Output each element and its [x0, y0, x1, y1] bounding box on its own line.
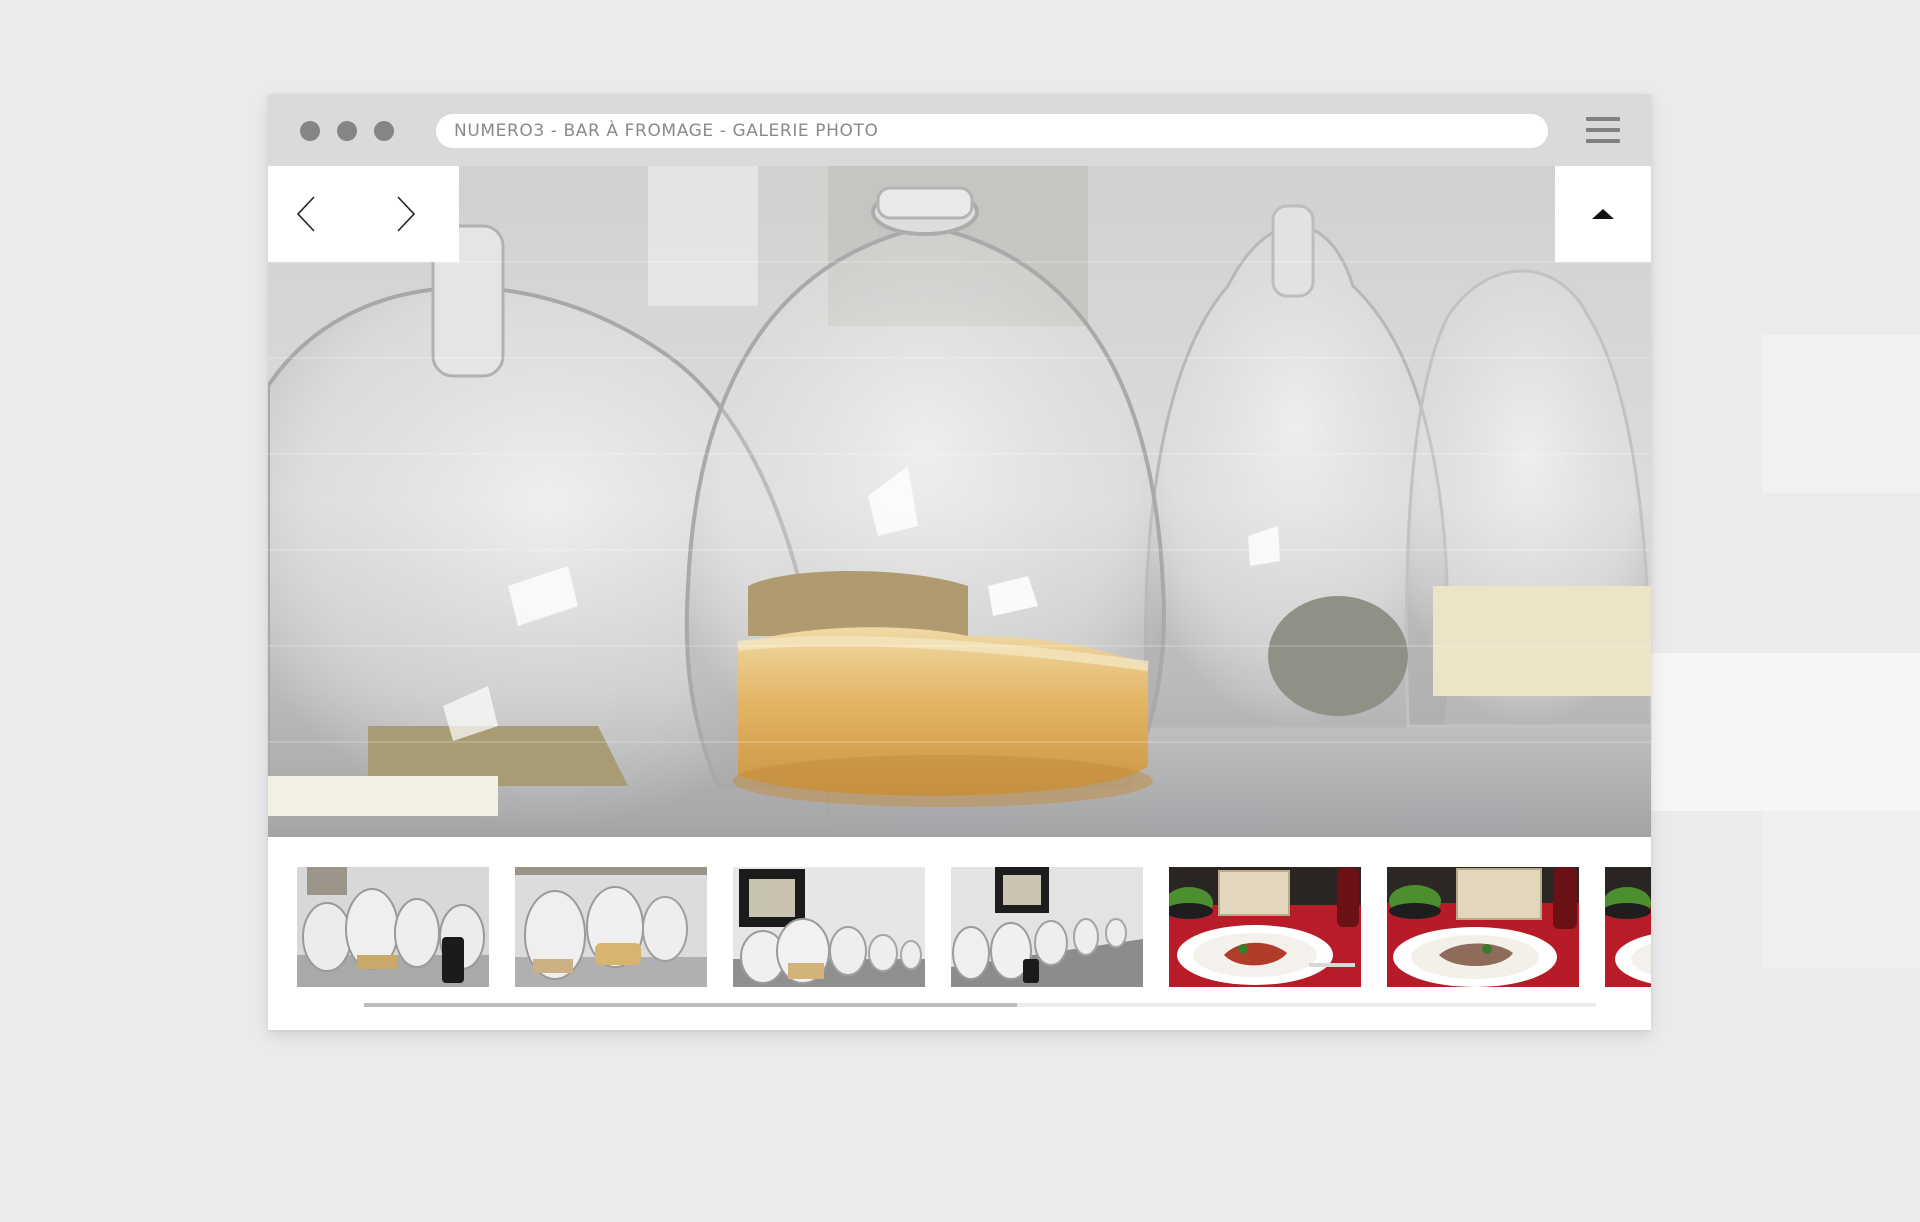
thumbnail[interactable]	[733, 867, 925, 987]
menu-line	[1586, 117, 1620, 121]
thumbnail[interactable]	[1605, 867, 1651, 987]
thumbnail-image	[1169, 867, 1361, 987]
triangle-up-icon	[1592, 209, 1614, 219]
thumbnail[interactable]	[297, 867, 489, 987]
thumbnail[interactable]	[515, 867, 707, 987]
gallery-nav-controls	[268, 166, 459, 262]
thumbnail-image	[733, 867, 925, 987]
chevron-left-icon[interactable]	[288, 194, 328, 234]
thumbnail-image	[1605, 867, 1651, 987]
window-minimize-dot[interactable]	[337, 121, 357, 141]
thumbnail-image	[951, 867, 1143, 987]
thumbnail-scrollbar[interactable]	[364, 1003, 1596, 1007]
chevron-right-icon[interactable]	[384, 194, 424, 234]
main-photo	[268, 166, 1651, 837]
scroll-up-button[interactable]	[1555, 166, 1651, 262]
cheese-cloche-photo	[268, 166, 1651, 837]
thumbnail-strip	[268, 837, 1651, 1030]
browser-titlebar: NUMERO3 - BAR À FROMAGE - GALERIE PHOTO	[268, 94, 1651, 166]
menu-line	[1586, 139, 1620, 143]
background-panel	[1762, 811, 1920, 969]
window-maximize-dot[interactable]	[374, 121, 394, 141]
thumbnail[interactable]	[951, 867, 1143, 987]
window-close-dot[interactable]	[300, 121, 320, 141]
background-panel	[1651, 653, 1920, 811]
background-panel	[1762, 335, 1920, 493]
scrollbar-thumb[interactable]	[364, 1003, 1017, 1007]
menu-line	[1586, 128, 1620, 132]
browser-window: NUMERO3 - BAR À FROMAGE - GALERIE PHOTO	[268, 94, 1651, 1030]
hamburger-menu-icon[interactable]	[1586, 115, 1620, 145]
address-bar[interactable]: NUMERO3 - BAR À FROMAGE - GALERIE PHOTO	[436, 114, 1548, 148]
thumbnail[interactable]	[1169, 867, 1361, 987]
thumbnail-image	[297, 867, 489, 987]
thumbnail[interactable]	[1387, 867, 1579, 987]
thumbnail-image	[515, 867, 707, 987]
thumbnail-image	[1387, 867, 1579, 987]
